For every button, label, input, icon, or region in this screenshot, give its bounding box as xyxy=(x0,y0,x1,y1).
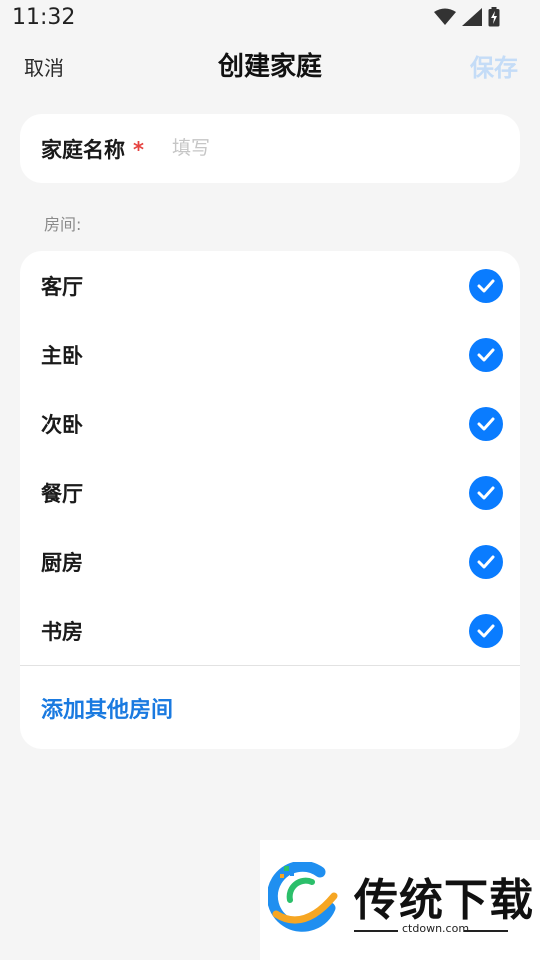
watermark-url: ctdown.com xyxy=(402,922,470,935)
status-bar: 11:32 xyxy=(0,0,540,38)
family-name-card: 家庭名称 * xyxy=(20,114,520,183)
checkmark-icon[interactable] xyxy=(469,614,503,648)
room-row-master-bedroom[interactable]: 主卧 xyxy=(20,320,520,389)
room-label: 餐厅 xyxy=(41,482,83,506)
watermark-brand: 传统下载 xyxy=(354,875,534,926)
signal-icon xyxy=(462,8,482,26)
room-row-living-room[interactable]: 客厅 xyxy=(20,251,520,320)
title-bar: 取消 创建家庭 保存 xyxy=(0,38,540,90)
family-name-label-text: 家庭名称 xyxy=(41,138,125,162)
status-icons xyxy=(434,7,500,27)
room-label: 厨房 xyxy=(41,551,83,575)
watermark-line-right xyxy=(464,930,508,932)
room-label: 次卧 xyxy=(41,413,83,437)
family-name-input[interactable] xyxy=(172,130,492,166)
room-label: 主卧 xyxy=(41,344,83,368)
watermark-line-left xyxy=(354,930,398,932)
checkmark-icon[interactable] xyxy=(469,407,503,441)
rooms-section-label: 房间: xyxy=(44,215,82,234)
room-row-dining-room[interactable]: 餐厅 xyxy=(20,458,520,527)
save-button[interactable]: 保存 xyxy=(470,48,518,83)
checkmark-icon[interactable] xyxy=(469,476,503,510)
room-label: 客厅 xyxy=(41,275,83,299)
rooms-card: 客厅 主卧 次卧 餐厅 厨房 书房 添加其他房间 xyxy=(20,251,520,749)
room-label: 书房 xyxy=(41,620,83,644)
page-title: 创建家庭 xyxy=(217,52,322,82)
divider xyxy=(20,665,520,666)
room-row-second-bedroom[interactable]: 次卧 xyxy=(20,389,520,458)
ctdown-logo-icon xyxy=(266,860,344,938)
required-mark: * xyxy=(133,138,144,162)
family-name-label: 家庭名称 * xyxy=(41,134,144,164)
wifi-icon xyxy=(434,8,456,26)
battery-charging-icon xyxy=(488,7,500,27)
watermark: 传统下载 ctdown.com xyxy=(260,840,540,960)
room-row-study[interactable]: 书房 xyxy=(20,596,520,665)
checkmark-icon[interactable] xyxy=(469,545,503,579)
checkmark-icon[interactable] xyxy=(469,338,503,372)
room-row-kitchen[interactable]: 厨房 xyxy=(20,527,520,596)
status-time: 11:32 xyxy=(12,5,76,30)
add-room-button[interactable]: 添加其他房间 xyxy=(41,692,173,724)
checkmark-icon[interactable] xyxy=(469,269,503,303)
